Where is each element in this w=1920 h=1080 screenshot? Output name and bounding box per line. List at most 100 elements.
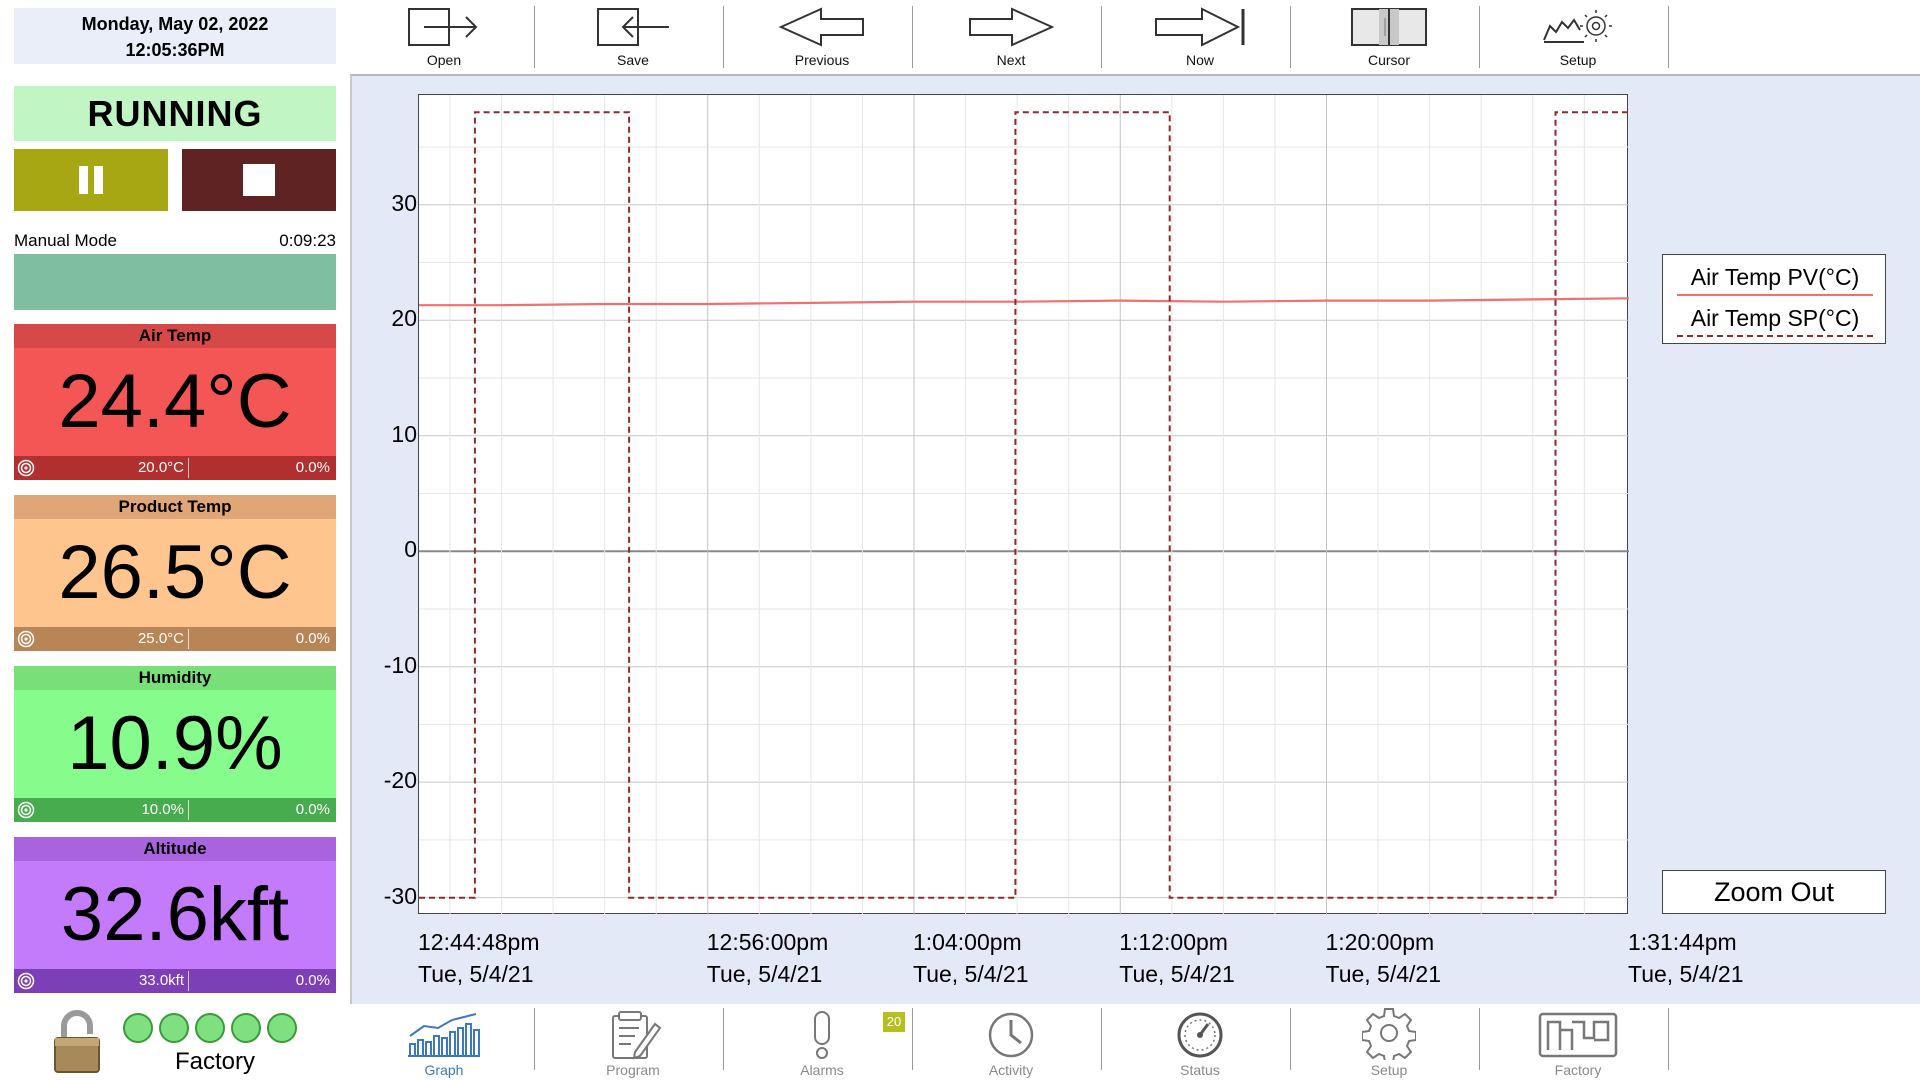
- indicator-light: [231, 1013, 261, 1043]
- next-arrow-icon: [936, 4, 1086, 50]
- card-footer: 33.0kft 0.0%: [14, 969, 336, 993]
- pause-icon: [79, 166, 88, 194]
- x-tick-date: Tue, 5/4/21: [1628, 961, 1744, 987]
- open-arrow-icon: [369, 4, 519, 50]
- x-tick-time: 1:04:00pm: [913, 929, 1022, 955]
- gear-icon: [1314, 1004, 1464, 1060]
- datetime-display: Monday, May 02, 2022 12:05:36PM: [14, 8, 336, 64]
- toolbar-label: Next: [996, 52, 1026, 68]
- x-tick-label: 1:12:00pm Tue, 5/4/21: [1119, 926, 1235, 990]
- user-level-label: Factory: [174, 1048, 255, 1075]
- stop-button[interactable]: [182, 149, 336, 211]
- x-tick-date: Tue, 5/4/21: [913, 961, 1029, 987]
- alarm-count-badge: 20: [883, 1012, 905, 1032]
- y-tick-label: -30: [383, 882, 417, 909]
- alarm-icon: [747, 1004, 897, 1060]
- series-air-temp-pv: [419, 297, 1630, 307]
- zoom-out-button[interactable]: Zoom Out: [1662, 870, 1886, 914]
- toolbar-next-button[interactable]: Next: [936, 4, 1086, 68]
- run-status: RUNNING: [14, 86, 336, 141]
- x-tick-label: 12:56:00pm Tue, 5/4/21: [707, 926, 828, 990]
- toolbar-previous-button[interactable]: Previous: [747, 4, 897, 68]
- process-card[interactable]: Product Temp 26.5°C 25.0°C 0.0%: [14, 495, 336, 651]
- toolbar-open-button[interactable]: Open: [369, 4, 519, 68]
- factory-logo-icon: [1503, 1004, 1653, 1060]
- plot-area[interactable]: [418, 94, 1630, 915]
- current-time: 12:05:36PM: [125, 40, 225, 60]
- x-tick-time: 12:56:00pm: [706, 929, 829, 955]
- card-setpoint: 25.0°C: [137, 630, 184, 647]
- card-output: 0.0%: [295, 459, 330, 476]
- target-icon: [17, 630, 35, 648]
- x-tick-time: 1:20:00pm: [1325, 929, 1435, 955]
- toolbar-label: Setup: [1559, 52, 1597, 68]
- nav-alarms[interactable]: Alarms: [747, 1004, 897, 1078]
- x-tick-date: Tue, 5/4/21: [706, 961, 823, 987]
- nav-label: Status: [1180, 1062, 1220, 1078]
- toolbar-now-button[interactable]: Now: [1125, 4, 1275, 68]
- indicator-light: [159, 1013, 189, 1043]
- nav-status[interactable]: Status: [1125, 1004, 1275, 1078]
- nav-activity[interactable]: Activity: [936, 1004, 1086, 1078]
- chart-legend: Air Temp PV(°C) Air Temp SP(°C): [1662, 254, 1886, 344]
- nav-label: Activity: [988, 1062, 1034, 1078]
- legend-item-pv: Air Temp PV(°C): [1673, 260, 1877, 298]
- card-value: 26.5°C: [14, 519, 336, 627]
- card-value: 24.4°C: [14, 348, 336, 456]
- process-card[interactable]: Humidity 10.9% 10.0% 0.0%: [14, 666, 336, 822]
- toolbar-cursor-button[interactable]: Cursor: [1314, 4, 1464, 68]
- toolbar-label: Save: [617, 52, 649, 68]
- card-value: 10.9%: [14, 690, 336, 798]
- toolbar-save-button[interactable]: Save: [558, 4, 708, 68]
- save-arrow-icon: [558, 4, 708, 50]
- card-setpoint: 20.0°C: [137, 459, 184, 476]
- x-tick-label: 1:31:44pm Tue, 5/4/21: [1628, 926, 1744, 990]
- nav-label: Setup: [1370, 1062, 1408, 1078]
- x-tick-time: 1:31:44pm: [1628, 929, 1737, 955]
- legend-label: Air Temp SP(°C): [1690, 305, 1860, 331]
- nav-factory[interactable]: Factory: [1503, 1004, 1653, 1078]
- lock-icon[interactable]: [52, 1008, 102, 1074]
- trend-chart: [419, 95, 1630, 915]
- target-icon: [17, 459, 35, 477]
- gauge-icon: [1125, 1004, 1275, 1060]
- card-title: Humidity: [14, 666, 336, 690]
- process-card[interactable]: Air Temp 24.4°C 20.0°C 0.0%: [14, 324, 336, 480]
- toolbar-setup-button[interactable]: Setup: [1503, 4, 1653, 68]
- current-date: Monday, May 02, 2022: [81, 14, 269, 34]
- x-tick-label: 1:20:00pm Tue, 5/4/21: [1326, 926, 1442, 990]
- mode-progress-bar: [14, 254, 336, 310]
- card-output: 0.0%: [295, 630, 330, 647]
- indicator-light: [123, 1013, 153, 1043]
- target-icon: [17, 801, 35, 819]
- nav-setup[interactable]: Setup: [1314, 1004, 1464, 1078]
- mode-label: Manual Mode: [14, 231, 118, 250]
- clock-icon: [936, 1004, 1086, 1060]
- y-tick-label: 0: [404, 536, 417, 563]
- nav-label: Program: [606, 1062, 660, 1078]
- program-icon: [558, 1004, 708, 1060]
- card-output: 0.0%: [295, 972, 330, 989]
- y-tick-label: 10: [391, 420, 417, 447]
- card-setpoint: 10.0%: [141, 801, 184, 818]
- x-tick-label: 1:04:00pm Tue, 5/4/21: [913, 926, 1029, 990]
- card-title: Product Temp: [14, 495, 336, 519]
- nav-program[interactable]: Program: [558, 1004, 708, 1078]
- pause-button[interactable]: [14, 149, 168, 211]
- series-air-temp-sp: [419, 111, 1629, 899]
- toolbar-label: Cursor: [1367, 52, 1410, 68]
- card-footer: 25.0°C 0.0%: [14, 627, 336, 651]
- indicator-light: [267, 1013, 297, 1043]
- mode-timer: 0:09:23: [279, 231, 336, 250]
- nav-label: Factory: [1554, 1062, 1602, 1078]
- graph-icon: [369, 1004, 519, 1060]
- x-tick-label: 12:44:48pm Tue, 5/4/21: [418, 926, 539, 990]
- nav-graph[interactable]: Graph: [369, 1004, 519, 1078]
- x-tick-time: 12:44:48pm: [418, 929, 540, 955]
- process-card[interactable]: Altitude 32.6kft 33.0kft 0.0%: [14, 837, 336, 993]
- toolbar-label: Open: [426, 52, 462, 68]
- card-title: Air Temp: [14, 324, 336, 348]
- card-footer: 10.0% 0.0%: [14, 798, 336, 822]
- card-footer: 20.0°C 0.0%: [14, 456, 336, 480]
- x-tick-date: Tue, 5/4/21: [418, 961, 534, 987]
